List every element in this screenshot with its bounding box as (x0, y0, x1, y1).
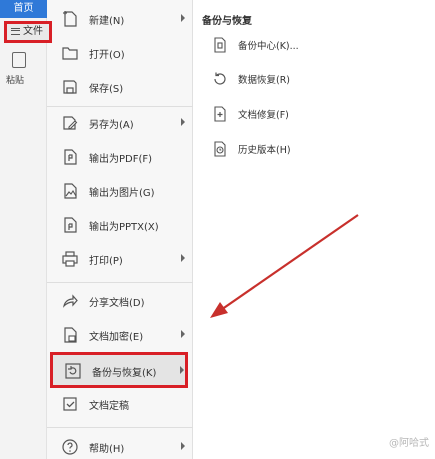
file-menu: 新建(N) 打开(O) 保存(S) 另存为(A) 输出为PDF(F) 输出为图片… (47, 0, 193, 459)
menu-item-label: 文档定稿 (89, 400, 129, 412)
menu-item-help[interactable]: 帮助(H) (47, 430, 193, 459)
menu-item-export-image[interactable]: 输出为图片(G) (47, 174, 193, 208)
chevron-right-icon (181, 14, 185, 22)
submenu-item-label: 文档修复(F) (238, 110, 289, 121)
menu-item-export-pdf[interactable]: 输出为PDF(F) (47, 140, 193, 174)
menu-item-label: 文档加密(E) (89, 331, 144, 343)
watermark: @阿哈式 (389, 438, 429, 449)
save-icon (61, 78, 79, 96)
menu-item-label: 分享文档(D) (89, 297, 145, 309)
menu-item-print[interactable]: 打印(P) (47, 242, 193, 276)
tab-home[interactable]: 首页 (0, 0, 47, 18)
submenu-item-label: 数据恢复(R) (238, 75, 291, 86)
new-file-icon (61, 10, 79, 28)
hamburger-icon (11, 27, 20, 35)
submenu-item-data-recovery[interactable]: 数据恢复(R) (212, 67, 290, 91)
backup-icon (64, 362, 82, 380)
submenu-item-label: 备份中心(K)... (238, 41, 299, 52)
paste-label[interactable]: 粘贴 (6, 73, 24, 86)
history-version-icon (212, 141, 228, 157)
menu-item-backup-restore-inner: 备份与恢复(K) (50, 354, 188, 388)
folder-open-icon (61, 44, 79, 62)
menu-item-export-pptx[interactable]: 输出为PPTX(X) (47, 208, 193, 242)
save-as-icon (61, 114, 79, 132)
menu-divider (47, 282, 193, 283)
file-button-label: 文件 (23, 26, 43, 37)
help-icon (61, 438, 79, 456)
menu-item-encrypt[interactable]: 文档加密(E) (47, 318, 193, 352)
share-icon (61, 292, 79, 310)
ribbon-strip: 首页 粘贴 (0, 0, 47, 459)
submenu-title: 备份与恢复 (202, 16, 252, 27)
menu-item-label: 打印(P) (89, 255, 123, 267)
print-icon (61, 250, 79, 268)
menu-item-share[interactable]: 分享文档(D) (47, 284, 193, 318)
chevron-right-icon (181, 254, 185, 262)
pptx-icon (61, 216, 79, 234)
data-recovery-icon (212, 71, 228, 87)
submenu-item-label: 历史版本(H) (238, 145, 291, 156)
file-menu-button[interactable]: 文件 (4, 21, 52, 43)
menu-item-label: 输出为PPTX(X) (89, 221, 159, 233)
menu-item-save-as[interactable]: 另存为(A) (47, 106, 193, 140)
chevron-right-icon (181, 442, 185, 450)
menu-item-label: 保存(S) (89, 83, 124, 95)
chevron-right-icon (181, 118, 185, 126)
menu-divider (47, 427, 193, 428)
menu-item-label: 输出为图片(G) (89, 187, 155, 199)
menu-item-label: 另存为(A) (89, 119, 134, 131)
submenu-item-backup-center[interactable]: 备份中心(K)... (212, 33, 299, 57)
image-icon (61, 182, 79, 200)
submenu-item-document-repair[interactable]: 文档修复(F) (212, 102, 289, 126)
pdf-icon (61, 148, 79, 166)
chevron-right-icon (180, 366, 184, 374)
menu-item-save[interactable]: 保存(S) (47, 70, 193, 104)
encrypt-icon (61, 326, 79, 344)
menu-item-label: 备份与恢复(K) (92, 367, 157, 379)
menu-item-label: 输出为PDF(F) (89, 153, 153, 165)
paste-icon[interactable] (12, 52, 26, 68)
menu-item-label: 新建(N) (89, 15, 125, 27)
backup-center-icon (212, 37, 228, 53)
submenu-item-history-version[interactable]: 历史版本(H) (212, 137, 291, 161)
menu-item-open[interactable]: 打开(O) (47, 36, 193, 70)
document-repair-icon (212, 106, 228, 122)
menu-item-backup-restore[interactable]: 备份与恢复(K) (50, 352, 188, 388)
chevron-right-icon (181, 330, 185, 338)
menu-item-label: 打开(O) (89, 49, 125, 61)
menu-item-label: 帮助(H) (89, 443, 125, 455)
finalize-icon (61, 395, 79, 413)
menu-item-finalize[interactable]: 文档定稿 (47, 387, 193, 421)
menu-item-new[interactable]: 新建(N) (47, 2, 193, 36)
